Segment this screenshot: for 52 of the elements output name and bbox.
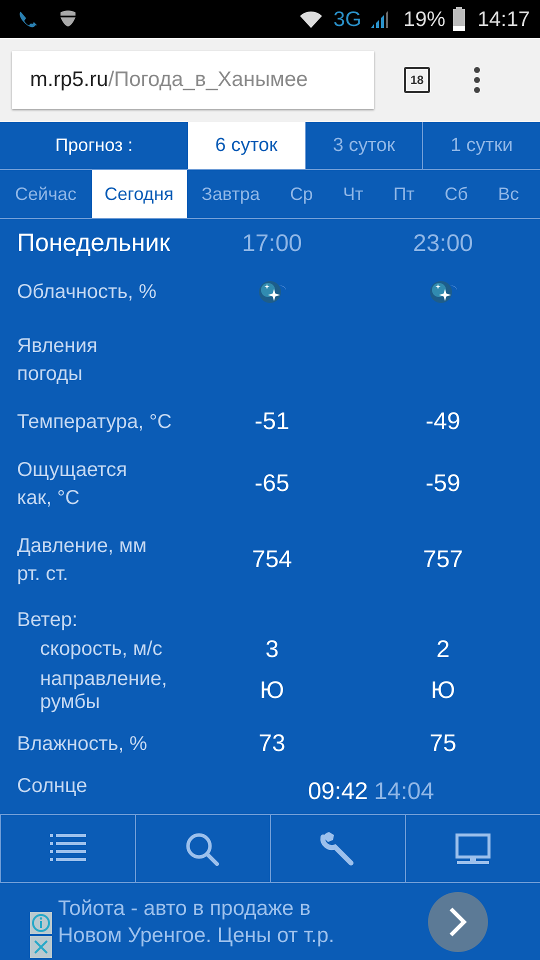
column-time: 23:00 (412, 228, 474, 258)
row-label: скорость, м/с (39, 637, 164, 662)
row-label: Солнце (16, 774, 88, 799)
table-value: -51 (254, 408, 290, 436)
shield-icon (58, 9, 78, 29)
table-value: 757 (422, 546, 464, 574)
day-tab[interactable]: Ср (274, 170, 328, 218)
search-icon (184, 830, 222, 866)
table-value: 754 (252, 546, 292, 574)
row-label: направление, румбы (39, 667, 168, 715)
more-menu-icon[interactable] (474, 67, 480, 93)
row-label: Ветер: (16, 608, 79, 633)
period-tab[interactable]: 3 суток (304, 122, 422, 169)
column-time: 17:00 (240, 228, 304, 258)
signal-icon (369, 9, 390, 29)
network-type: 3G (333, 8, 362, 30)
clock: 14:17 (477, 8, 530, 30)
row-label: Давление, мм рт. ст. (16, 534, 148, 587)
table-value: Ю (430, 677, 456, 705)
table-value: -49 (426, 408, 460, 436)
ad-text[interactable]: Тойота - авто в продаже в Новом Уренгое. Цены от т.р. (58, 894, 428, 948)
row-label: Ощущается как, °C (16, 458, 128, 511)
table-value: 73 (258, 730, 286, 758)
day-tab[interactable]: Сейчас (0, 170, 92, 218)
period-tab[interactable]: 6 суток (188, 122, 305, 169)
day-heading: Понедельник (16, 228, 172, 259)
tab-switcher-button[interactable]: 18 (404, 67, 430, 93)
day-tab[interactable]: Вс (482, 170, 534, 218)
day-tab[interactable]: Пт (378, 170, 430, 218)
row-label: Облачность, % (16, 280, 158, 305)
address-field[interactable]: m.rp5.ru/Погода_в_Ханымее (12, 51, 374, 109)
battery-icon (453, 7, 466, 31)
sunset-time: 14:04 (374, 778, 434, 806)
row-label: Влажность, % (16, 732, 148, 757)
table-value: 75 (430, 730, 456, 758)
row-label: Температура, °C (16, 410, 173, 435)
day-tab[interactable]: Чт (328, 170, 378, 218)
table-value: Ю (260, 677, 284, 705)
forecast-label: Прогноз : (54, 134, 134, 157)
battery-level: 19% (403, 8, 446, 30)
monitor-icon (454, 830, 492, 866)
day-tab[interactable]: Сб (430, 170, 483, 218)
table-value: -59 (426, 470, 460, 498)
table-value: 3 (265, 636, 279, 664)
day-tab[interactable]: Сегодня (92, 170, 187, 218)
period-tab[interactable]: 1 сутки (422, 122, 540, 169)
chevron-right-icon (448, 906, 468, 936)
day-tab[interactable]: Завтра (186, 170, 275, 218)
table-value: 2 (436, 636, 450, 664)
table-value: -65 (254, 470, 290, 498)
sunrise-time: 09:42 (308, 778, 368, 806)
row-label: Явления погоды (16, 334, 98, 387)
